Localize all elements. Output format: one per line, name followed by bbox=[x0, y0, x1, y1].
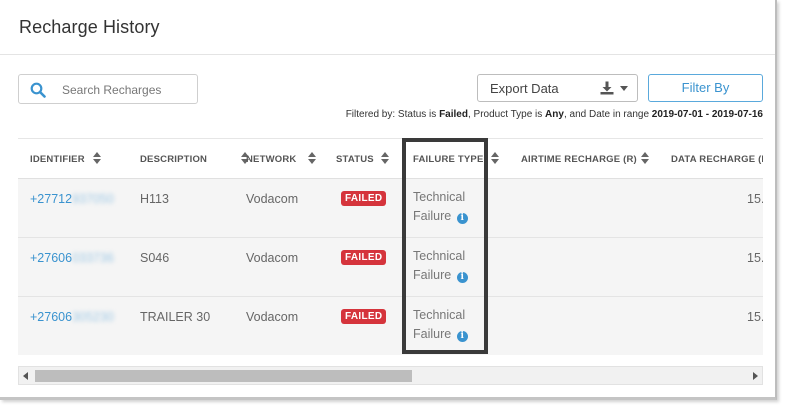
status-badge: FAILED bbox=[341, 309, 387, 324]
search-box[interactable] bbox=[18, 74, 198, 104]
filter-summary: Filtered by: Status is Failed, Product T… bbox=[345, 109, 763, 120]
column-header-status[interactable]: STATUS bbox=[336, 154, 374, 165]
page-title: Recharge History bbox=[19, 17, 160, 37]
data-recharge-cell: 15. bbox=[747, 192, 763, 206]
chevron-down-icon bbox=[620, 86, 628, 91]
recharge-table: IDENTIFIER DESCRIPTION NETWORK STATUS FA… bbox=[18, 138, 763, 355]
identifier-link[interactable]: +27606033736 bbox=[30, 251, 114, 265]
recharge-history-card: Recharge History Export Data Filter By F… bbox=[0, 0, 777, 400]
scroll-left-icon[interactable] bbox=[23, 372, 28, 380]
identifier-link[interactable]: +27712937050 bbox=[30, 192, 114, 206]
export-data-label: Export Data bbox=[490, 81, 559, 96]
sort-icon[interactable] bbox=[308, 152, 316, 164]
horizontal-scrollbar[interactable] bbox=[18, 366, 763, 385]
scroll-right-icon[interactable] bbox=[753, 372, 758, 380]
download-icon bbox=[600, 81, 614, 95]
column-header-description[interactable]: DESCRIPTION bbox=[140, 154, 207, 165]
data-recharge-cell: 15. bbox=[747, 251, 763, 265]
identifier-link[interactable]: +27606305230 bbox=[30, 310, 114, 324]
sort-icon[interactable] bbox=[491, 152, 499, 164]
search-input[interactable] bbox=[62, 81, 192, 99]
sort-icon[interactable] bbox=[381, 152, 389, 164]
sort-icon[interactable] bbox=[641, 152, 649, 164]
column-header-airtime-recharge[interactable]: AIRTIME RECHARGE (R) bbox=[521, 154, 637, 165]
description-cell: S046 bbox=[140, 251, 170, 265]
network-cell: Vodacom bbox=[246, 310, 299, 324]
table-row: +27606033736 S046 Vodacom FAILED Technic… bbox=[18, 238, 763, 297]
export-data-dropdown[interactable]: Export Data bbox=[477, 74, 638, 102]
table-header: IDENTIFIER DESCRIPTION NETWORK STATUS FA… bbox=[18, 139, 763, 179]
failure-type-highlight bbox=[402, 138, 488, 354]
status-badge: FAILED bbox=[341, 191, 387, 206]
scroll-thumb[interactable] bbox=[35, 370, 412, 382]
table-row: +27606305230 TRAILER 30 Vodacom FAILED T… bbox=[18, 297, 763, 355]
description-cell: TRAILER 30 bbox=[140, 310, 211, 324]
column-header-identifier[interactable]: IDENTIFIER bbox=[30, 154, 85, 165]
data-recharge-cell: 15. bbox=[747, 310, 763, 324]
network-cell: Vodacom bbox=[246, 192, 299, 206]
card-header: Recharge History bbox=[0, 0, 775, 55]
table-row: +27712937050 H113 Vodacom FAILED Technic… bbox=[18, 179, 763, 238]
column-header-network[interactable]: NETWORK bbox=[246, 154, 296, 165]
sort-icon[interactable] bbox=[93, 152, 101, 164]
column-header-data-recharge[interactable]: DATA RECHARGE (M bbox=[671, 154, 763, 165]
description-cell: H113 bbox=[140, 192, 169, 206]
filter-by-button[interactable]: Filter By bbox=[648, 74, 763, 102]
search-icon bbox=[30, 82, 46, 98]
status-badge: FAILED bbox=[341, 250, 387, 265]
network-cell: Vodacom bbox=[246, 251, 299, 265]
